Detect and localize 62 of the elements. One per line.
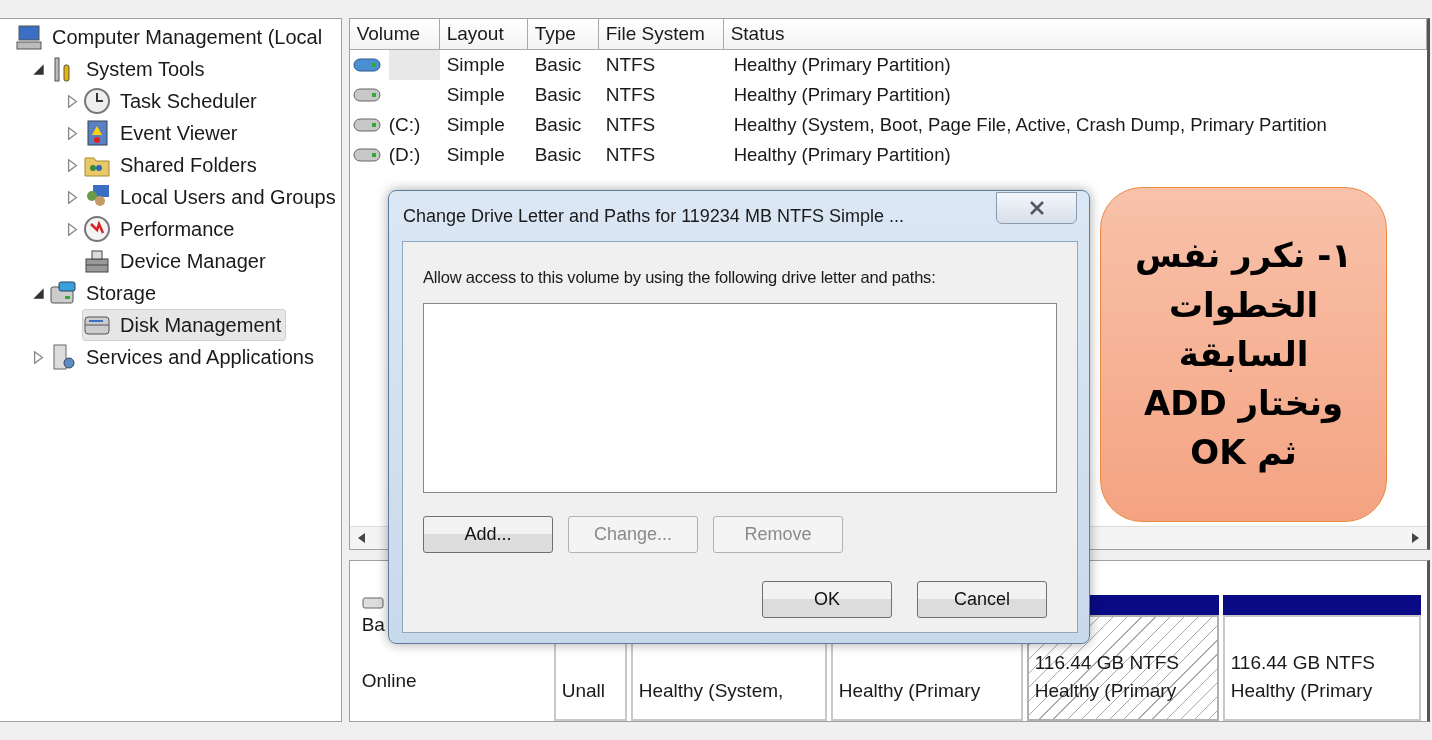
collapsed-arrow-icon[interactable] bbox=[31, 350, 45, 364]
collapsed-arrow-icon[interactable] bbox=[65, 94, 79, 108]
column-header[interactable]: Volume bbox=[349, 19, 440, 50]
drive-icon bbox=[49, 279, 77, 307]
close-button[interactable] bbox=[996, 192, 1077, 224]
table-cell-text: Basic bbox=[533, 83, 583, 107]
table-cell-text: Healthy (System, Boot, Page File, Active, Crash Dump, Primary Partition bbox=[732, 113, 1328, 137]
dialog-button[interactable]: OK bbox=[762, 581, 892, 618]
computer-icon bbox=[15, 23, 43, 51]
partition[interactable]: 116.44 GB NTFS Healthy (Primary bbox=[1026, 615, 1219, 721]
scroll-right-icon[interactable] bbox=[1410, 533, 1419, 543]
tree-item[interactable]: Services and Applications bbox=[48, 341, 319, 373]
column-header[interactable]: Status bbox=[723, 19, 1427, 50]
collapsed-arrow-icon[interactable] bbox=[65, 126, 79, 140]
tree-item[interactable]: Disk Management bbox=[82, 309, 287, 341]
expanded-arrow-icon[interactable] bbox=[31, 62, 45, 76]
partition[interactable]: 116.44 GB NTFS Healthy (Primary bbox=[1222, 615, 1421, 721]
table-cell-text: NTFS bbox=[604, 143, 657, 167]
table-cell-text: Simple bbox=[445, 83, 506, 107]
collapsed-arrow-icon[interactable] bbox=[65, 190, 79, 204]
table-cell-text: Basic bbox=[533, 113, 583, 137]
selection-highlight bbox=[388, 50, 440, 80]
column-header[interactable]: Layout bbox=[439, 19, 528, 50]
disk-name: Ba bbox=[361, 613, 386, 637]
expanded-arrow-icon[interactable] bbox=[31, 286, 45, 300]
table-cell-text: (D:) bbox=[388, 143, 422, 167]
table-cell-text: Simple bbox=[445, 53, 506, 77]
dialog-button[interactable]: Cancel bbox=[917, 581, 1047, 618]
collapsed-arrow-icon[interactable] bbox=[65, 158, 79, 172]
table-cell-text: NTFS bbox=[604, 53, 657, 77]
tree-item[interactable]: Storage bbox=[48, 277, 162, 309]
tree-item[interactable]: Task Scheduler bbox=[82, 85, 262, 117]
callout-text: ١- نكرر نفس الخطوات السابقة ونختار ADD ثم OK bbox=[1133, 234, 1354, 475]
table-cell-text: NTFS bbox=[604, 83, 657, 107]
table-cell-text: NTFS bbox=[604, 113, 657, 137]
tree-item[interactable]: System Tools bbox=[48, 53, 210, 85]
tree-item[interactable]: Performance bbox=[82, 213, 240, 245]
device-icon bbox=[83, 247, 111, 275]
disk-status: Online bbox=[361, 669, 418, 693]
tree-item[interactable]: Device Manager bbox=[82, 245, 271, 277]
tree-item[interactable]: Event Viewer bbox=[82, 117, 243, 149]
collapsed-arrow-icon[interactable] bbox=[65, 222, 79, 236]
scroll-left-icon[interactable] bbox=[357, 533, 366, 543]
column-header[interactable]: File System bbox=[598, 19, 724, 50]
clock-icon bbox=[83, 87, 111, 115]
close-icon bbox=[1028, 201, 1045, 215]
table-cell-text: Healthy (Primary Partition) bbox=[732, 83, 952, 107]
instruction-text: Allow access to this volume by using the following drive letter and paths: bbox=[423, 268, 937, 287]
tree-item[interactable]: Shared Folders bbox=[82, 149, 262, 181]
table-cell-text: Basic bbox=[533, 53, 583, 77]
table-cell-text: Healthy (Primary Partition) bbox=[732, 143, 952, 167]
table-cell-text: (C:) bbox=[388, 113, 422, 137]
column-header[interactable]: Type bbox=[527, 19, 599, 50]
tree-item[interactable]: Computer Management (Local bbox=[14, 21, 328, 53]
table-cell-text: Simple bbox=[445, 143, 506, 167]
tree-item[interactable]: Local Users and Groups bbox=[82, 181, 341, 213]
action-button[interactable]: Add... bbox=[423, 516, 553, 553]
table-cell-text: Simple bbox=[445, 113, 506, 137]
dialog-title: Change Drive Letter and Paths for 119234 MB NTFS Simple ... bbox=[403, 205, 904, 227]
table-cell-text: Healthy (Primary Partition) bbox=[732, 53, 952, 77]
table-cell-text: Basic bbox=[533, 143, 583, 167]
gauge-icon bbox=[83, 215, 111, 243]
